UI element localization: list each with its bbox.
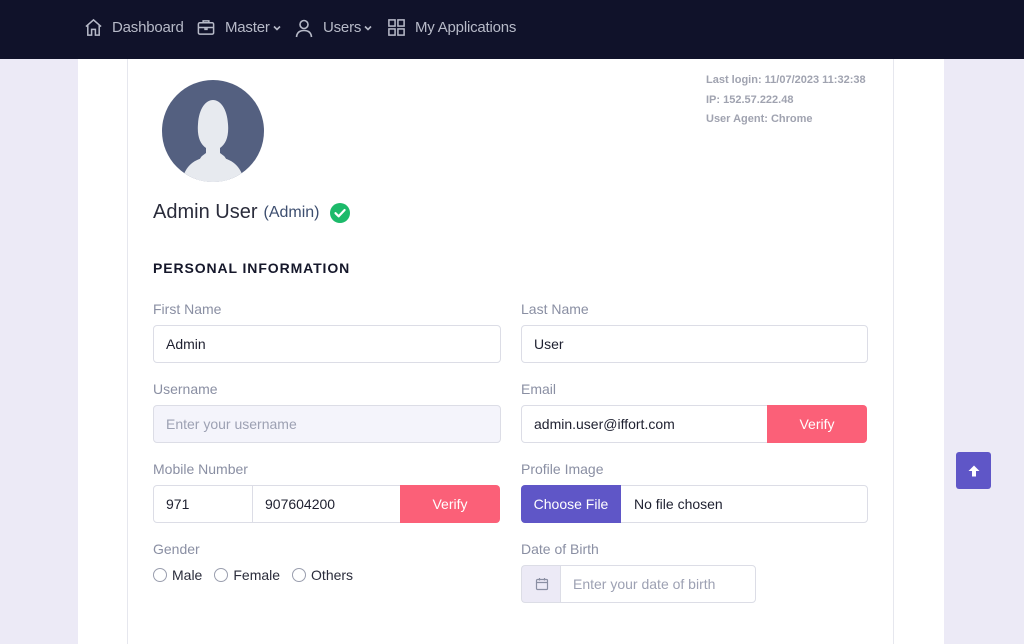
country-code-value: 971 [166,496,190,512]
calendar-icon [535,578,548,591]
chevron-down-icon [364,25,372,31]
nav-dashboard-label: Dashboard [112,19,184,36]
section-title: PERSONAL INFORMATION [153,260,351,276]
first-name-value: Admin [166,336,206,352]
email-value: admin.user@iffort.com [534,416,675,432]
briefcase-icon [197,20,215,35]
profile-heading: Admin User (Admin) [153,201,350,224]
gender-option-label: Female [233,567,281,583]
gender-option-male[interactable]: Male [153,567,202,583]
last-name-value: User [534,336,564,352]
login-info: Last login: 11/07/2023 11:32:38 IP: 152.… [706,71,866,130]
mobile-verify-button[interactable]: Verify [400,485,500,523]
mobile-number-input[interactable]: 907604200 [252,485,401,523]
calendar-addon[interactable] [521,565,561,603]
radio-button[interactable] [292,568,307,582]
gender-label: Gender [153,541,200,557]
ip-text: IP: 152.57.222.48 [706,93,794,106]
choose-file-button[interactable]: Choose File [521,485,621,523]
dob-input[interactable]: Enter your date of birth [560,565,756,603]
email-label: Email [521,381,557,397]
home-icon [85,18,102,36]
avatar [162,80,264,182]
username-label: Username [153,381,218,397]
last-name-label: Last Name [521,301,589,317]
username-placeholder: Enter your username [166,416,297,432]
chevron-down-icon [273,25,281,31]
nav-users-label: Users [323,19,362,36]
top-navbar: Dashboard Master Users My Applications [0,0,1024,59]
gender-option-female[interactable]: Female [214,567,280,583]
nav-users[interactable]: Users [294,0,372,55]
mobile-label: Mobile Number [153,461,248,477]
gender-radio-group: Male Female Others [153,567,365,583]
user-agent-text: User Agent: Chrome [706,113,813,125]
user-role: (Admin) [263,203,320,221]
radio-button[interactable] [214,568,229,582]
user-full-name: Admin User [153,201,258,223]
last-login-text: Last login: 11/07/2023 11:32:38 [706,74,866,86]
arrow-up-icon [968,465,979,476]
profile-image-label: Profile Image [521,461,604,477]
nav-master-label: Master [225,19,270,36]
nav-master[interactable]: Master [196,0,281,55]
username-input[interactable]: Enter your username [153,405,501,443]
gender-option-label: Male [172,567,203,583]
dob-placeholder: Enter your date of birth [573,576,716,592]
nav-dashboard[interactable]: Dashboard [84,0,184,55]
email-verify-button[interactable]: Verify [767,405,867,443]
mobile-number-value: 907604200 [265,496,336,512]
last-name-input[interactable]: User [521,325,868,363]
email-input[interactable]: admin.user@iffort.com [521,405,769,443]
dob-label: Date of Birth [521,541,599,557]
country-code-input[interactable]: 971 [153,485,253,523]
gender-option-label: Others [311,567,354,583]
first-name-label: First Name [153,301,222,317]
nav-my-applications-label: My Applications [415,19,517,36]
grid-icon [388,19,405,36]
scroll-to-top-button[interactable] [956,452,991,489]
radio-button[interactable] [153,568,167,582]
nav-my-applications[interactable]: My Applications [387,0,516,55]
file-status-text: No file chosen [634,496,723,512]
avatar-silhouette-icon [182,100,244,182]
gender-option-others[interactable]: Others [292,567,353,583]
verified-check-icon [329,202,350,223]
user-icon [295,19,313,37]
first-name-input[interactable]: Admin [153,325,501,363]
